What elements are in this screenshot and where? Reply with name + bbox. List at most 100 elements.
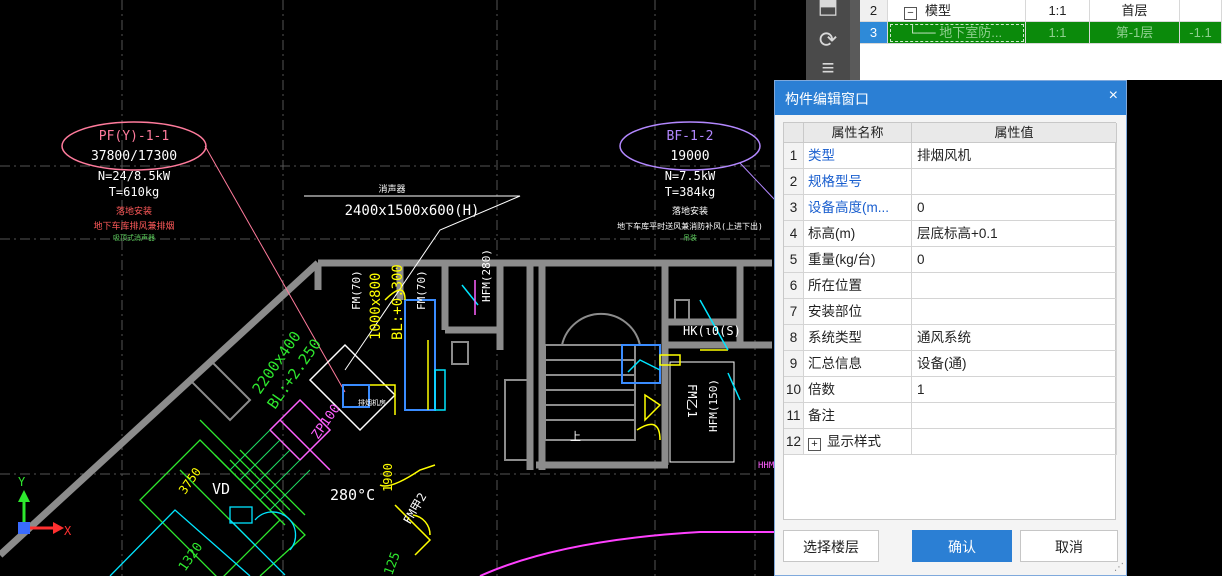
- tag-left-line1: PF(Y)-1-1: [99, 129, 169, 144]
- property-value[interactable]: [912, 273, 1117, 299]
- resize-grip-icon[interactable]: ⋰: [1114, 562, 1124, 573]
- tag-right-line7: 吊装: [683, 233, 697, 242]
- cancel-button[interactable]: 取消: [1020, 530, 1118, 562]
- close-icon[interactable]: ×: [1109, 87, 1118, 105]
- property-row[interactable]: 11 备注: [784, 403, 1117, 429]
- property-row[interactable]: 12 + 显示样式: [784, 429, 1117, 455]
- column-header-name: 属性名称: [804, 123, 912, 143]
- property-value[interactable]: 排烟风机: [912, 143, 1117, 169]
- label-1320: 1320: [176, 540, 206, 574]
- property-name: 类型: [804, 143, 912, 169]
- floor-row-number: 2: [860, 0, 888, 22]
- property-value[interactable]: 层底标高+0.1: [912, 221, 1117, 247]
- component-edit-dialog: 构件编辑窗口 × 属性名称 属性值 1 类型 排烟风机 2 规格型号 3 设备高…: [774, 80, 1127, 576]
- property-row[interactable]: 8 系统类型 通风系统: [784, 325, 1117, 351]
- select-floor-button[interactable]: 选择楼层: [783, 530, 879, 562]
- tag-left-line2: 37800/17300: [91, 149, 177, 164]
- property-name: 重量(kg/台): [804, 247, 912, 273]
- property-row[interactable]: 3 设备高度(m... 0: [784, 195, 1117, 221]
- top-view-icon[interactable]: ⬒: [812, 0, 844, 20]
- row-index: 10: [784, 377, 804, 403]
- view-toolbar: ⬒ ⟳ ≡: [806, 0, 850, 80]
- property-name: 标高(m): [804, 221, 912, 247]
- property-name: 规格型号: [804, 169, 912, 195]
- axis-y-label: Y: [18, 475, 26, 489]
- label-zp100: ZP100: [309, 402, 344, 443]
- floor-row-extra: -1.1: [1180, 22, 1222, 44]
- column-header-value: 属性值: [912, 123, 1117, 143]
- row-index: 7: [784, 299, 804, 325]
- property-name-expandable[interactable]: + 显示样式: [804, 429, 912, 455]
- label-hfm150: HFM(150): [707, 379, 720, 432]
- label-280c: 280°C: [330, 486, 375, 504]
- property-name: 安装部位: [804, 299, 912, 325]
- property-row[interactable]: 5 重量(kg/台) 0: [784, 247, 1117, 273]
- row-index: 6: [784, 273, 804, 299]
- property-value[interactable]: [912, 299, 1117, 325]
- tag-right-line5: 落地安装: [672, 205, 708, 217]
- rotate-icon[interactable]: ⟳: [812, 26, 844, 54]
- property-row[interactable]: 7 安装部位: [784, 299, 1117, 325]
- property-name: 汇总信息: [804, 351, 912, 377]
- property-value[interactable]: [912, 169, 1117, 195]
- property-value[interactable]: 0: [912, 247, 1117, 273]
- label-1900: 1900: [381, 463, 395, 492]
- label-fm70-a: FM(70): [350, 270, 363, 310]
- property-value[interactable]: 通风系统: [912, 325, 1117, 351]
- diagonal-hatch: [229, 429, 311, 511]
- floor-row-selected[interactable]: 3 └── 地下室防... 1:1 第-1层 -1.1: [860, 22, 1222, 44]
- label-hhm: HHM: [758, 461, 775, 471]
- expand-icon[interactable]: +: [808, 438, 821, 451]
- label-fm-yi1: FM乙1: [685, 384, 699, 418]
- label-125: 125: [382, 550, 404, 576]
- property-name: 设备高度(m...: [804, 195, 912, 221]
- tree-line-icon: └──: [908, 25, 936, 40]
- row-index: 3: [784, 195, 804, 221]
- row-index: 1: [784, 143, 804, 169]
- property-row[interactable]: 1 类型 排烟风机: [784, 143, 1117, 169]
- grid-corner: [784, 123, 804, 143]
- row-index: 2: [784, 169, 804, 195]
- dialog-title-bar[interactable]: 构件编辑窗口 ×: [775, 81, 1126, 115]
- property-row[interactable]: 2 规格型号: [784, 169, 1117, 195]
- floor-row-floor: 首层: [1090, 0, 1180, 22]
- property-value[interactable]: [912, 403, 1117, 429]
- axis-indicator: Y X: [18, 475, 72, 538]
- label-bl-0300: BL:+0.300: [390, 264, 406, 340]
- floor-table: 2 − 模型 1:1 首层 3 └── 地下室防... 1:1 第-1层 -1.1: [860, 0, 1222, 80]
- property-name: 倍数: [804, 377, 912, 403]
- floor-row-number: 3: [860, 22, 888, 44]
- tag-left-line5: 落地安装: [116, 205, 152, 217]
- floor-row[interactable]: 2 − 模型 1:1 首层: [860, 0, 1222, 22]
- property-value[interactable]: 0: [912, 195, 1117, 221]
- tag-right-line4: T=384kg: [665, 185, 716, 199]
- menu-icon[interactable]: ≡: [812, 54, 844, 82]
- box-title: 消声器: [378, 183, 405, 195]
- label-3750: 3750: [176, 465, 204, 497]
- toolbar-scrollbar[interactable]: [850, 0, 860, 80]
- property-value[interactable]: 设备(通): [912, 351, 1117, 377]
- collapse-icon[interactable]: −: [904, 7, 917, 20]
- row-index: 11: [784, 403, 804, 429]
- property-name: 备注: [804, 403, 912, 429]
- property-row[interactable]: 9 汇总信息 设备(通): [784, 351, 1117, 377]
- row-index: 5: [784, 247, 804, 273]
- property-row[interactable]: 6 所在位置: [784, 273, 1117, 299]
- property-row[interactable]: 10 倍数 1: [784, 377, 1117, 403]
- tag-left-line4: T=610kg: [109, 185, 160, 199]
- tag-right-line3: N=7.5kW: [665, 169, 716, 183]
- property-value[interactable]: 1: [912, 377, 1117, 403]
- row-index: 8: [784, 325, 804, 351]
- floor-row-name[interactable]: − 模型: [888, 0, 1026, 22]
- label-vd: VD: [212, 480, 230, 498]
- row-index: 9: [784, 351, 804, 377]
- label-hk: HK(ι0(S): [683, 324, 741, 338]
- property-value[interactable]: [912, 429, 1117, 455]
- label-up: 上: [570, 430, 581, 443]
- property-name: 系统类型: [804, 325, 912, 351]
- property-row[interactable]: 4 标高(m) 层底标高+0.1: [784, 221, 1117, 247]
- confirm-button[interactable]: 确认: [912, 530, 1012, 562]
- tag-left-line7: 吸顶式消声器: [113, 233, 155, 242]
- label-fan-room: 排烟机房: [358, 398, 386, 407]
- floor-row-name[interactable]: └── 地下室防...: [888, 22, 1026, 44]
